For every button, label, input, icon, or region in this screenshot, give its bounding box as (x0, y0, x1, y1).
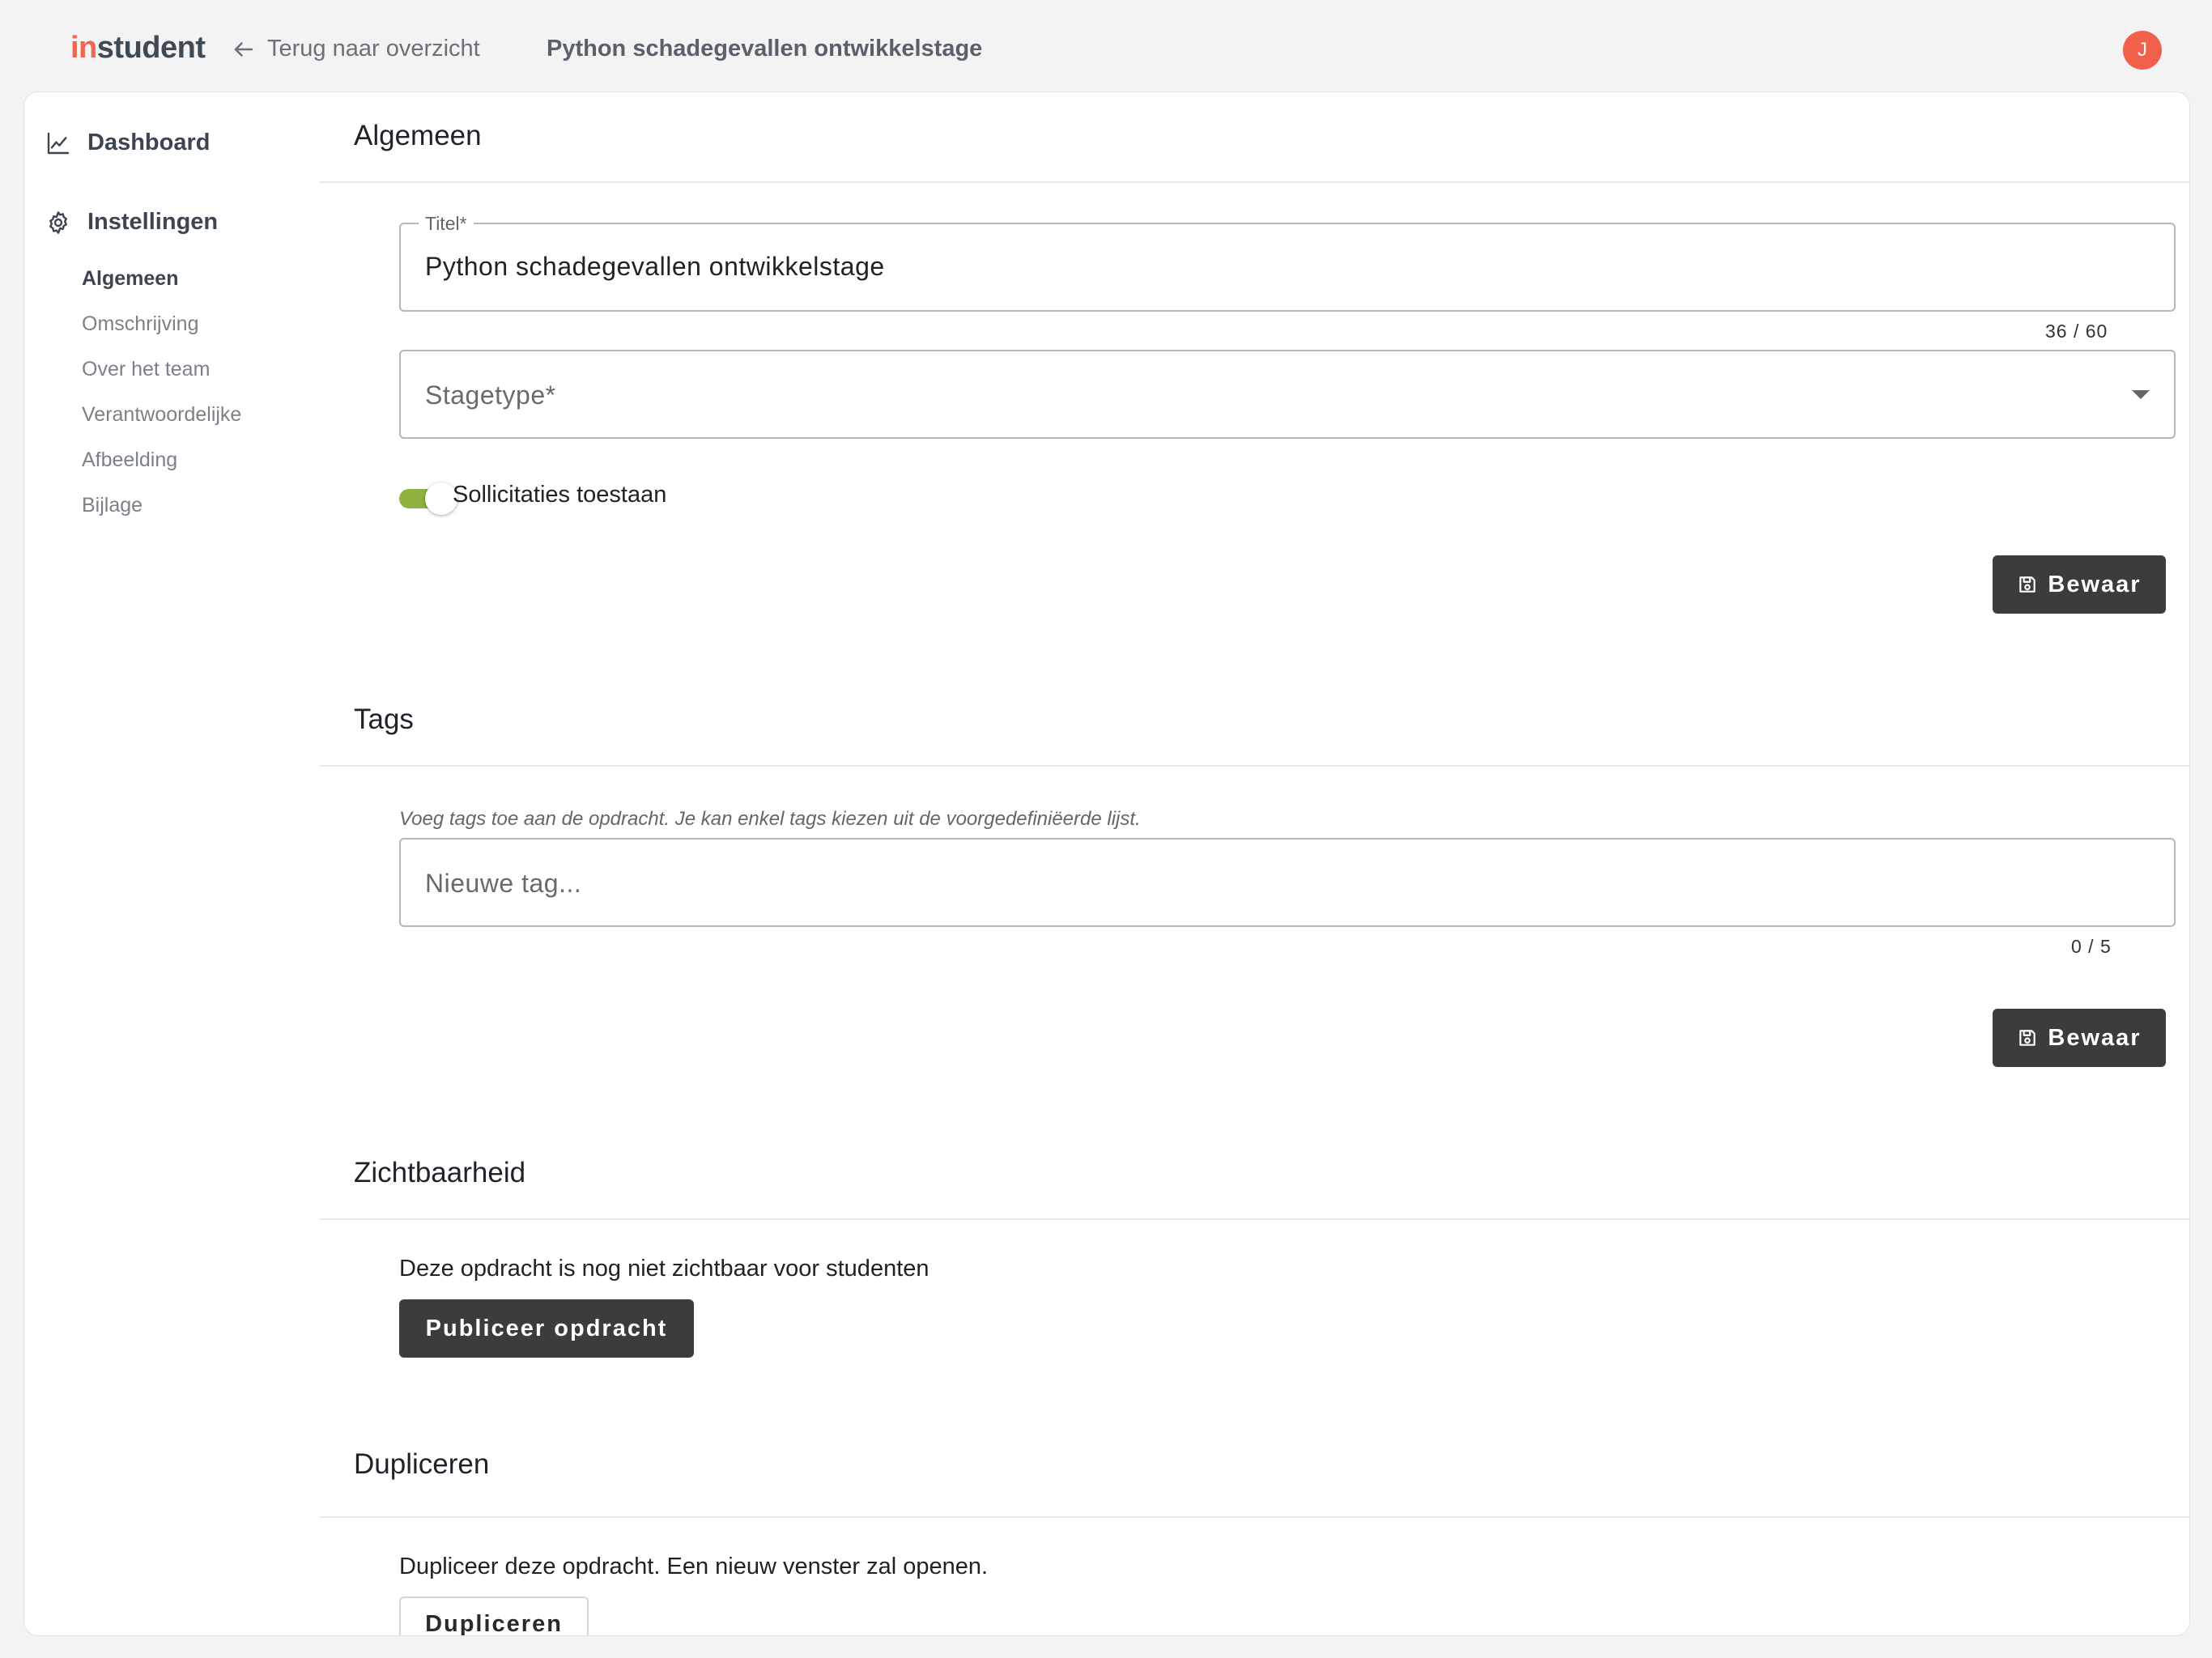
section-title-visibility: Zichtbaarheid (354, 1157, 526, 1188)
save-icon (2019, 576, 2036, 593)
publish-button-label: Publiceer opdracht (425, 1315, 668, 1341)
sidebar: Dashboard Instellingen Algemeen Omschrij… (24, 92, 320, 1635)
duplicate-text: Dupliceer deze opdracht. Een nieuw venst… (399, 1554, 989, 1579)
divider (320, 181, 2189, 183)
publish-button[interactable]: Publiceer opdracht (399, 1299, 694, 1358)
save-icon (2019, 1030, 2036, 1046)
applications-toggle-label: Sollicitaties toestaan (453, 482, 667, 508)
section-title-duplicate: Dupliceren (354, 1448, 490, 1480)
divider (320, 1218, 2189, 1220)
page-title: Python schadegevallen ontwikkelstage (547, 36, 983, 62)
back-to-overview-link[interactable]: Terug naar overzicht (232, 36, 480, 62)
title-field[interactable]: Titel* Python schadegevallen ontwikkelst… (399, 213, 2176, 312)
tag-counter: 0 / 5 (2071, 936, 2112, 957)
logo-suffix: student (96, 31, 206, 65)
logo[interactable]: instudent (70, 31, 206, 66)
tag-input[interactable]: Nieuwe tag... (399, 838, 2176, 927)
save-general-button[interactable]: Bewaar (1993, 555, 2166, 614)
duplicate-button[interactable]: Dupliceren (399, 1596, 589, 1636)
sidebar-item-settings[interactable]: Instellingen (45, 209, 218, 236)
sidebar-item-verantwoordelijke[interactable]: Verantwoordelijke (82, 403, 241, 427)
arrow-left-icon (234, 41, 253, 57)
sidebar-item-algemeen[interactable]: Algemeen (82, 267, 178, 291)
main-content: Algemeen Titel* Python schadegevallen on… (320, 92, 2189, 1635)
title-field-value: Python schadegevallen ontwikkelstage (425, 252, 885, 281)
top-bar: instudent Terug naar overzicht Python sc… (0, 0, 2212, 91)
divider (320, 1516, 2189, 1518)
save-general-label: Bewaar (2048, 571, 2142, 597)
applications-toggle[interactable] (399, 479, 459, 515)
avatar[interactable]: J (2123, 31, 2162, 70)
visibility-text: Deze opdracht is nog niet zichtbaar voor… (399, 1256, 929, 1282)
sidebar-item-afbeelding[interactable]: Afbeelding (82, 449, 177, 472)
save-tags-label: Bewaar (2048, 1024, 2142, 1051)
stagetype-placeholder: Stagetype* (425, 380, 556, 410)
gear-icon (49, 210, 67, 234)
section-title-algemeen: Algemeen (354, 120, 482, 151)
sidebar-item-bijlage[interactable]: Bijlage (82, 494, 143, 517)
sidebar-item-omschrijving[interactable]: Omschrijving (82, 312, 198, 336)
sidebar-dashboard-label: Dashboard (87, 130, 211, 155)
chart-line-icon (47, 132, 70, 154)
chevron-down-icon (2132, 390, 2150, 399)
tags-hint: Voeg tags toe aan de opdracht. Je kan en… (399, 808, 1141, 830)
tag-input-placeholder: Nieuwe tag... (425, 869, 582, 898)
section-title-tags: Tags (354, 704, 414, 735)
logo-prefix: in (70, 31, 97, 65)
divider (320, 765, 2189, 767)
sidebar-item-over-het-team[interactable]: Over het team (82, 358, 210, 381)
title-char-counter: 36 / 60 (2045, 321, 2108, 342)
stagetype-select[interactable]: Stagetype* (399, 350, 2176, 439)
sidebar-settings-label: Instellingen (87, 209, 219, 235)
content-card: Dashboard Instellingen Algemeen Omschrij… (23, 91, 2190, 1636)
duplicate-button-label: Dupliceren (425, 1611, 563, 1636)
back-link-label: Terug naar overzicht (267, 36, 480, 62)
title-field-label: Titel* (419, 213, 474, 235)
sidebar-item-dashboard[interactable]: Dashboard (45, 130, 210, 156)
save-tags-button[interactable]: Bewaar (1993, 1009, 2166, 1067)
